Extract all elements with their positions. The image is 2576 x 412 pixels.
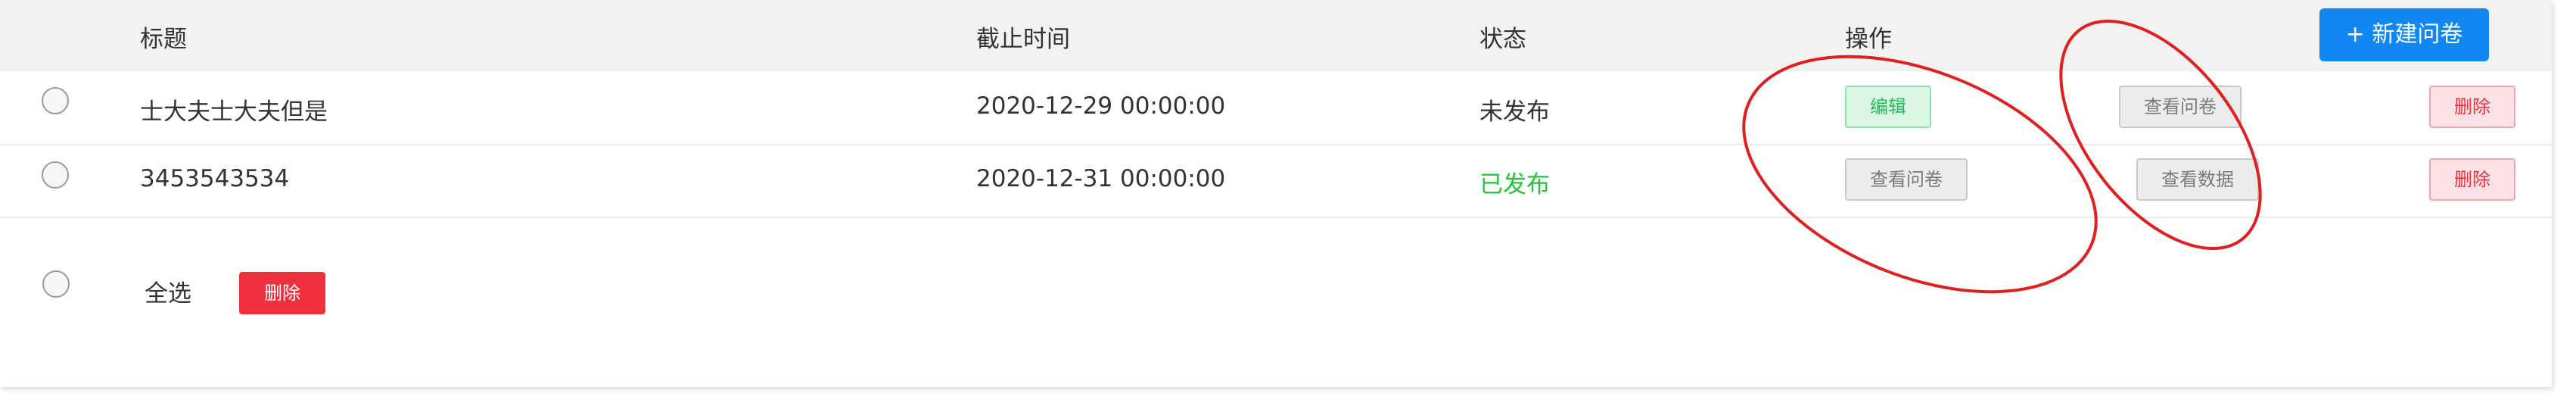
- edit-button[interactable]: 编辑: [1845, 86, 1931, 128]
- delete-row-button[interactable]: 删除: [2429, 158, 2515, 201]
- row-select-radio[interactable]: [42, 87, 69, 114]
- row-title: 士大夫士大夫但是: [140, 98, 328, 126]
- new-questionnaire-button[interactable]: + 新建问卷: [2319, 8, 2489, 61]
- delete-row-button[interactable]: 删除: [2429, 86, 2515, 128]
- table-row: 士大夫士大夫但是 2020-12-29 00:00:00 未发布 编辑 查看问卷…: [0, 71, 2552, 145]
- bulk-delete-button[interactable]: 删除: [239, 272, 325, 314]
- questionnaire-table: 标题 截止时间 状态 操作 + 新建问卷 士大夫士大夫但是 2020-12-29…: [0, 0, 2552, 387]
- view-data-button[interactable]: 查看数据: [2136, 158, 2259, 201]
- column-header-title: 标题: [140, 26, 187, 53]
- column-header-actions: 操作: [1845, 26, 1892, 53]
- select-all-radio[interactable]: [42, 270, 70, 298]
- row-status: 未发布: [1479, 98, 1550, 126]
- table-header: 标题 截止时间 状态 操作 + 新建问卷: [0, 0, 2552, 71]
- row-deadline: 2020-12-31 00:00:00: [976, 165, 1226, 192]
- row-deadline: 2020-12-29 00:00:00: [976, 92, 1226, 120]
- select-all-label: 全选: [145, 280, 191, 307]
- column-header-status: 状态: [1479, 26, 1526, 53]
- column-header-deadline: 截止时间: [976, 26, 1070, 53]
- row-status: 已发布: [1479, 171, 1550, 198]
- view-questionnaire-button[interactable]: 查看问卷: [1845, 158, 1968, 201]
- view-questionnaire-button[interactable]: 查看问卷: [2119, 86, 2242, 128]
- row-select-radio[interactable]: [42, 161, 69, 189]
- row-title: 3453543534: [140, 165, 290, 192]
- table-row: 3453543534 2020-12-31 00:00:00 已发布 查看问卷 …: [0, 144, 2552, 218]
